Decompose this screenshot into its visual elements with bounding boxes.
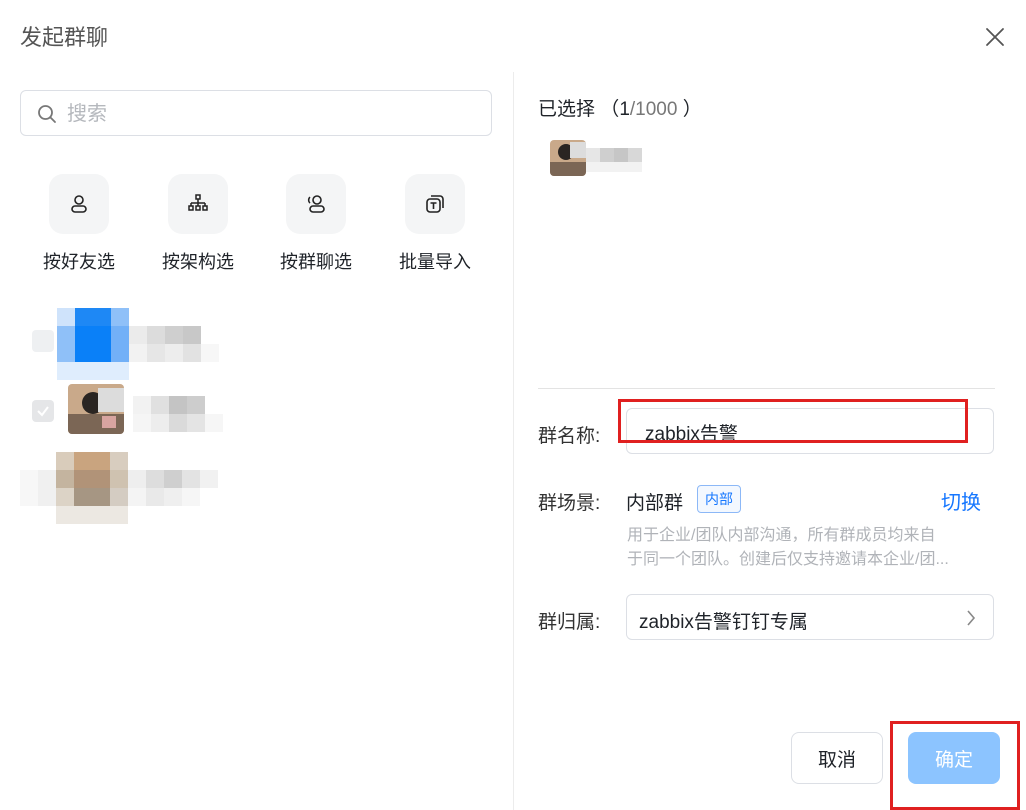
group-owner-selector[interactable]: zabbix告警钉钉专属 <box>626 594 994 640</box>
description-line: 于同一个团队。创建后仅支持邀请本企业/团... <box>627 551 949 568</box>
select-by-group-button[interactable]: 按群聊选 <box>266 174 366 274</box>
avatar <box>68 384 124 434</box>
confirm-button[interactable]: 确定 <box>908 732 1000 784</box>
select-by-friend-button[interactable]: 按好友选 <box>29 174 129 274</box>
select-by-friend-label: 按好友选 <box>43 252 115 272</box>
selected-member-chip[interactable] <box>544 134 674 184</box>
contact-checkbox[interactable] <box>32 330 54 352</box>
avatar <box>57 308 129 380</box>
batch-import-label: 批量导入 <box>399 252 471 272</box>
select-by-org-label: 按架构选 <box>162 252 234 272</box>
section-divider <box>538 388 995 389</box>
selected-member-name-blurred <box>586 148 654 172</box>
select-by-group-label: 按群聊选 <box>280 252 352 272</box>
description-line: 用于企业/团队内部沟通，所有群成员均来自 <box>627 527 936 544</box>
group-name-field[interactable] <box>626 408 994 455</box>
search-input[interactable] <box>65 91 469 137</box>
right-panel: 已选择 （1/1000 ） 群名称: 群场景: <box>514 72 1026 810</box>
group-scene-description: 用于企业/团队内部沟通，所有群成员均来自 于同一个团队。创建后仅支持邀请本企业/… <box>627 524 999 572</box>
contact-checkbox-checked[interactable] <box>32 400 54 422</box>
contact-name-blurred <box>129 326 219 362</box>
chevron-right-icon <box>967 610 976 626</box>
org-structure-icon <box>188 194 208 211</box>
contact-row-selected[interactable] <box>20 380 260 446</box>
create-group-dialog: 发起群聊 按好友选 按架构选 <box>0 0 1026 810</box>
select-by-org-button[interactable]: 按架构选 <box>148 174 248 274</box>
check-icon <box>37 406 49 417</box>
selected-max: /1000 <box>629 99 678 120</box>
group-name-label: 群名称: <box>538 426 601 447</box>
contact-row[interactable] <box>20 308 260 380</box>
selected-label: 已选择 <box>538 99 596 120</box>
batch-import-button[interactable]: 批量导入 <box>385 174 485 274</box>
close-icon[interactable] <box>982 24 1008 50</box>
left-panel: 按好友选 按架构选 按群聊选 批量导入 <box>0 72 513 810</box>
internal-tag-badge: 内部 <box>697 485 741 513</box>
group-name-input[interactable] <box>643 409 977 455</box>
selected-count-heading: 已选择 （1/1000 ） <box>538 94 702 121</box>
close-paren: ） <box>682 99 702 120</box>
select-mode-list: 按好友选 按架构选 按群聊选 批量导入 <box>20 174 490 284</box>
group-owner-value: zabbix告警钉钉专属 <box>639 612 808 633</box>
cancel-button[interactable]: 取消 <box>791 732 883 784</box>
dialog-title: 发起群聊 <box>20 25 109 50</box>
contact-blurred <box>20 452 240 526</box>
group-chat-icon <box>307 195 325 213</box>
switch-scene-link[interactable]: 切换 <box>941 486 981 515</box>
open-paren: （ <box>600 99 620 120</box>
search-icon <box>38 105 56 123</box>
contact-name-blurred <box>133 396 223 432</box>
selected-count: 1 <box>619 99 630 120</box>
group-scene-value: 内部群 <box>626 493 684 514</box>
contact-row[interactable] <box>20 452 250 524</box>
friend-icon <box>71 195 87 213</box>
group-owner-label: 群归属: <box>538 612 601 633</box>
search-box[interactable] <box>20 90 492 137</box>
batch-import-icon <box>426 195 444 213</box>
avatar <box>550 140 586 176</box>
group-scene-label: 群场景: <box>538 493 601 514</box>
